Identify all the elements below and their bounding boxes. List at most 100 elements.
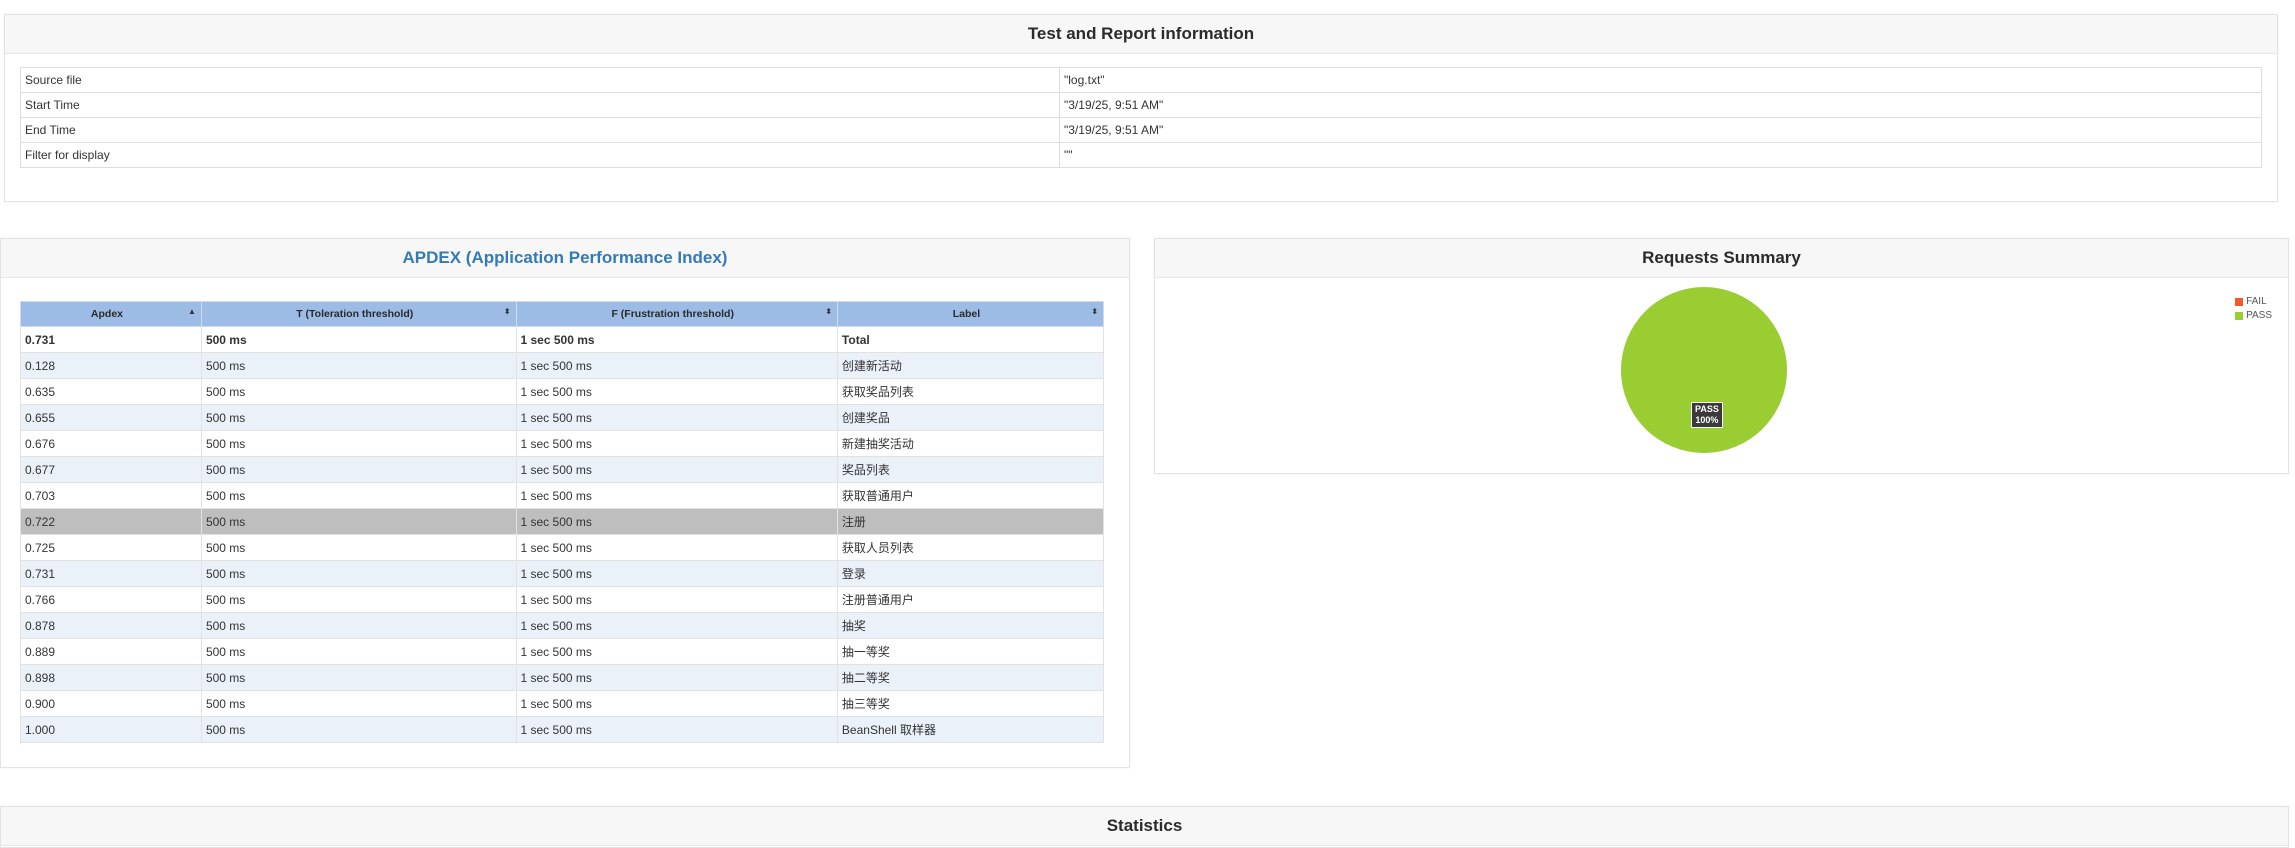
- apdex-cell: 0.898: [20, 664, 202, 691]
- apdex-cell: 获取普通用户: [836, 482, 1105, 509]
- apdex-row[interactable]: 0.635 500 ms 1 sec 500 ms 获取奖品列表: [20, 378, 1105, 405]
- apdex-cell: 1 sec 500 ms: [515, 456, 838, 483]
- pie-slice-label-percent: 100%: [1695, 415, 1719, 425]
- pie-slice-pass[interactable]: [1621, 287, 1787, 453]
- apdex-total-row[interactable]: 0.731 500 ms 1 sec 500 ms Total: [20, 326, 1105, 353]
- apdex-cell: 0.722: [20, 508, 202, 535]
- requests-summary-panel: Requests Summary FAIL PASS PASS 100%: [1154, 238, 2289, 474]
- apdex-cell: 0.725: [20, 534, 202, 561]
- apdex-cell: 获取奖品列表: [836, 378, 1105, 405]
- apdex-cell: 1 sec 500 ms: [515, 690, 838, 717]
- apdex-row[interactable]: 0.655 500 ms 1 sec 500 ms 创建奖品: [20, 404, 1105, 431]
- apdex-cell: 0.677: [20, 456, 202, 483]
- apdex-cell: 抽奖: [836, 612, 1105, 639]
- sort-icon[interactable]: ▲: [188, 307, 196, 316]
- apdex-cell: 创建新活动: [836, 352, 1105, 379]
- apdex-cell: 1 sec 500 ms: [515, 560, 838, 587]
- pie-slice-label-name: PASS: [1695, 404, 1719, 414]
- apdex-cell: 抽一等奖: [836, 638, 1105, 665]
- sort-icon[interactable]: ⬍: [825, 307, 832, 316]
- info-key: Filter for display: [20, 142, 1060, 168]
- apdex-cell: 登录: [836, 560, 1105, 587]
- apdex-table: Apdex ▲ T (Toleration threshold) ⬍ F (Frustr…: [20, 301, 1105, 743]
- apdex-cell: 0.655: [20, 404, 202, 431]
- apdex-cell: 0.889: [20, 638, 202, 665]
- legend-swatch-icon: [2235, 312, 2244, 320]
- legend-item[interactable]: PASS: [2235, 309, 2272, 323]
- info-value: "": [1059, 142, 2262, 168]
- info-key: Start Time: [20, 92, 1060, 118]
- apdex-cell: 500 ms: [200, 586, 517, 613]
- apdex-column-header[interactable]: F (Frustration threshold) ⬍: [515, 301, 838, 327]
- legend-label: FAIL: [2246, 296, 2267, 307]
- apdex-cell: 抽三等奖: [836, 690, 1105, 717]
- info-value: "3/19/25, 9:51 AM": [1059, 117, 2262, 143]
- apdex-cell: BeanShell 取样器: [836, 716, 1105, 743]
- apdex-cell: 0.731: [20, 326, 202, 353]
- apdex-cell: 500 ms: [200, 560, 517, 587]
- apdex-row[interactable]: 0.766 500 ms 1 sec 500 ms 注册普通用户: [20, 586, 1105, 613]
- legend-item[interactable]: FAIL: [2235, 295, 2272, 309]
- column-header-label: Label: [952, 308, 981, 320]
- apdex-cell: 1 sec 500 ms: [515, 508, 838, 535]
- apdex-row[interactable]: 0.676 500 ms 1 sec 500 ms 新建抽奖活动: [20, 430, 1105, 457]
- apdex-cell: 新建抽奖活动: [836, 430, 1105, 457]
- apdex-cell: 500 ms: [200, 638, 517, 665]
- apdex-cell: 1 sec 500 ms: [515, 612, 838, 639]
- sort-icon[interactable]: ⬍: [504, 307, 511, 316]
- test-report-info-title: Test and Report information: [5, 15, 2277, 54]
- apdex-title: APDEX (Application Performance Index): [1, 239, 1129, 278]
- apdex-row[interactable]: 0.878 500 ms 1 sec 500 ms 抽奖: [20, 612, 1105, 639]
- apdex-cell: 500 ms: [200, 404, 517, 431]
- apdex-column-header[interactable]: Apdex ▲: [20, 301, 202, 327]
- legend-label: PASS: [2246, 310, 2272, 321]
- apdex-cell: 1 sec 500 ms: [515, 378, 838, 405]
- apdex-row[interactable]: 0.677 500 ms 1 sec 500 ms 奖品列表: [20, 456, 1105, 483]
- requests-summary-pie-chart: [1621, 287, 1787, 453]
- column-header-label: T (Toleration threshold): [296, 308, 414, 320]
- apdex-cell: 1 sec 500 ms: [515, 534, 838, 561]
- apdex-cell: 500 ms: [200, 378, 517, 405]
- apdex-column-header[interactable]: T (Toleration threshold) ⬍: [200, 301, 517, 327]
- apdex-row[interactable]: 0.731 500 ms 1 sec 500 ms 登录: [20, 560, 1105, 587]
- apdex-cell: 注册普通用户: [836, 586, 1105, 613]
- apdex-cell: 0.635: [20, 378, 202, 405]
- apdex-cell: 1 sec 500 ms: [515, 404, 838, 431]
- apdex-row[interactable]: 1.000 500 ms 1 sec 500 ms BeanShell 取样器: [20, 716, 1105, 743]
- apdex-cell: 500 ms: [200, 534, 517, 561]
- apdex-cell: 0.128: [20, 352, 202, 379]
- info-row: Start Time "3/19/25, 9:51 AM": [20, 92, 2262, 118]
- apdex-cell: 500 ms: [200, 456, 517, 483]
- apdex-cell: 1 sec 500 ms: [515, 482, 838, 509]
- apdex-row[interactable]: 0.128 500 ms 1 sec 500 ms 创建新活动: [20, 352, 1105, 379]
- column-header-label: F (Frustration threshold): [611, 308, 734, 320]
- test-report-info-table: Source file "log.txt" Start Time "3/19/25, …: [20, 67, 2262, 168]
- apdex-row[interactable]: 0.722 500 ms 1 sec 500 ms 注册: [20, 508, 1105, 535]
- apdex-cell: 1 sec 500 ms: [515, 430, 838, 457]
- apdex-cell: 奖品列表: [836, 456, 1105, 483]
- apdex-cell: 注册: [836, 508, 1105, 535]
- apdex-cell: Total: [836, 326, 1105, 353]
- apdex-cell: 500 ms: [200, 352, 517, 379]
- apdex-row[interactable]: 0.900 500 ms 1 sec 500 ms 抽三等奖: [20, 690, 1105, 717]
- apdex-row[interactable]: 0.703 500 ms 1 sec 500 ms 获取普通用户: [20, 482, 1105, 509]
- test-report-info-panel: Test and Report information Source file "…: [4, 14, 2278, 202]
- apdex-cell: 500 ms: [200, 482, 517, 509]
- info-value: "log.txt": [1059, 67, 2262, 93]
- apdex-row[interactable]: 0.898 500 ms 1 sec 500 ms 抽二等奖: [20, 664, 1105, 691]
- apdex-cell: 500 ms: [200, 612, 517, 639]
- apdex-column-header[interactable]: Label ⬍: [836, 301, 1105, 327]
- apdex-row[interactable]: 0.889 500 ms 1 sec 500 ms 抽一等奖: [20, 638, 1105, 665]
- apdex-cell: 1 sec 500 ms: [515, 326, 838, 353]
- apdex-cell: 500 ms: [200, 326, 517, 353]
- statistics-panel: Statistics: [0, 806, 2289, 848]
- apdex-cell: 1 sec 500 ms: [515, 638, 838, 665]
- info-row: Filter for display "": [20, 142, 2262, 168]
- statistics-title: Statistics: [1, 807, 2288, 846]
- apdex-cell: 1 sec 500 ms: [515, 352, 838, 379]
- apdex-row[interactable]: 0.725 500 ms 1 sec 500 ms 获取人员列表: [20, 534, 1105, 561]
- sort-icon[interactable]: ⬍: [1091, 307, 1098, 316]
- apdex-cell: 500 ms: [200, 508, 517, 535]
- apdex-cell: 1 sec 500 ms: [515, 664, 838, 691]
- apdex-cell: 0.703: [20, 482, 202, 509]
